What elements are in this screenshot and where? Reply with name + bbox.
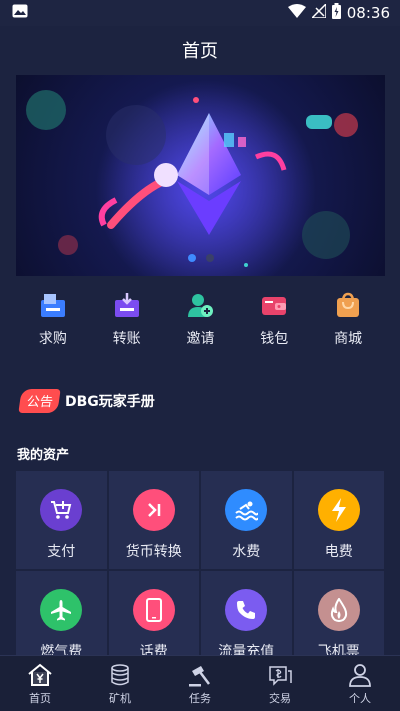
- page-header: 首页: [0, 26, 400, 74]
- banner-illustration: [26, 80, 358, 276]
- asset-item-water[interactable]: 水费: [201, 471, 292, 569]
- cart-plus-icon: [40, 489, 83, 531]
- transfer-icon: [114, 293, 139, 317]
- quick-item-transfer[interactable]: 转账: [90, 290, 164, 348]
- tab-label: 交易: [269, 691, 291, 705]
- status-time: 08:36: [346, 4, 390, 22]
- section-title: 我的资产: [17, 448, 70, 463]
- quick-item-buy[interactable]: 求购: [16, 290, 90, 348]
- battery-icon: [331, 3, 341, 23]
- tab-miner[interactable]: 矿机: [85, 662, 155, 706]
- quick-item-mall[interactable]: 商城: [311, 290, 385, 348]
- quick-label: 转账: [112, 331, 141, 347]
- banner-carousel[interactable]: [16, 75, 385, 276]
- tab-home[interactable]: 首页: [5, 662, 75, 706]
- asset-label: 电费: [324, 544, 353, 560]
- asset-label: 支付: [47, 544, 76, 560]
- asset-item-exchange[interactable]: 货币转换: [108, 471, 199, 569]
- quick-label: 钱包: [260, 331, 289, 347]
- quick-label: 商城: [334, 331, 363, 347]
- water-icon: [225, 489, 268, 531]
- notice-badge: 公告: [18, 389, 61, 413]
- tab-label: 任务: [189, 691, 211, 705]
- invite-icon: [188, 294, 214, 317]
- tab-trade[interactable]: 交易: [245, 662, 315, 706]
- tab-label: 个人: [349, 691, 371, 705]
- quick-item-wallet[interactable]: 钱包: [237, 290, 311, 348]
- lightning-icon: [317, 489, 360, 531]
- asset-item-pay[interactable]: 支付: [16, 471, 107, 569]
- home-yen-icon: [28, 663, 52, 686]
- miner-icon: [111, 663, 129, 685]
- tab-tasks[interactable]: 任务: [165, 662, 235, 706]
- tab-label: 矿机: [109, 691, 131, 705]
- quick-label: 求购: [38, 331, 67, 347]
- carousel-dot-active[interactable]: [187, 254, 196, 262]
- quick-menu: 求购 转账 邀请 钱包 商城: [16, 290, 385, 348]
- signal-icon: [309, 2, 327, 22]
- phone-icon: [132, 589, 175, 631]
- tab-profile[interactable]: 个人: [325, 662, 395, 706]
- quick-item-invite[interactable]: 邀请: [164, 290, 238, 348]
- bottom-tab-bar: 首页 矿机 任务 交易 个人: [0, 655, 400, 711]
- carousel-indicator: [16, 254, 385, 262]
- trade-icon: [269, 665, 292, 686]
- tab-label: 首页: [29, 691, 51, 705]
- image-icon: [12, 4, 28, 22]
- flame-icon: [317, 589, 360, 631]
- airplane-icon: [40, 589, 83, 631]
- user-icon: [349, 663, 371, 687]
- buy-request-icon: [40, 294, 65, 317]
- notice-text: DBG玩家手册: [65, 394, 155, 410]
- asset-label: 水费: [232, 544, 261, 560]
- announcement[interactable]: 公告 DBG玩家手册: [18, 389, 155, 413]
- asset-item-electricity[interactable]: 电费: [293, 471, 384, 569]
- asset-label: 货币转换: [125, 544, 182, 560]
- exchange-icon: [132, 489, 175, 531]
- wallet-icon: [262, 297, 287, 315]
- status-bar: 08:36: [0, 0, 400, 26]
- carousel-dot[interactable]: [205, 254, 214, 262]
- page-title: 首页: [182, 41, 218, 62]
- gavel-icon: [189, 665, 210, 686]
- wifi-icon: [287, 4, 306, 22]
- mall-icon: [337, 292, 360, 317]
- assets-grid: 支付 货币转换 水费 电费 燃气费 话费 流量充值 飞机票: [16, 471, 384, 669]
- quick-label: 邀请: [186, 331, 215, 347]
- call-icon: [225, 589, 268, 631]
